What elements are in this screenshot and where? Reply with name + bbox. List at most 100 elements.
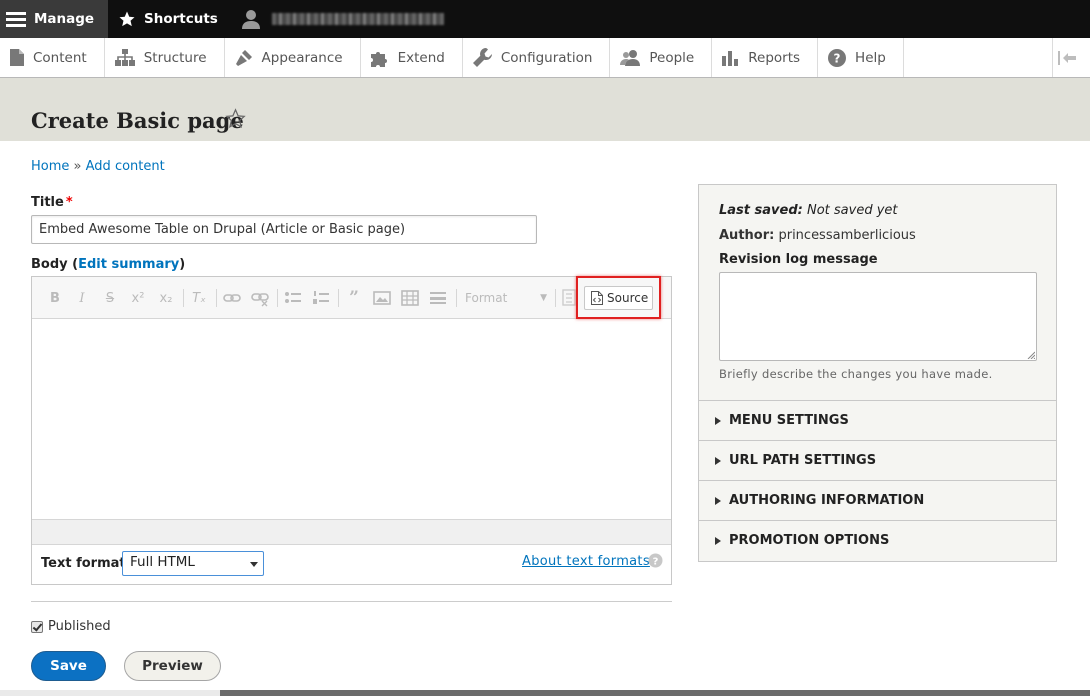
shortcuts-label: Shortcuts — [144, 11, 218, 27]
body-label-text: Body — [31, 257, 68, 272]
strikethrough-icon[interactable]: S — [101, 289, 119, 307]
about-text-formats-link[interactable]: About text formats — [522, 554, 650, 569]
published-checkbox[interactable] — [31, 620, 43, 633]
tray-item-help[interactable]: ? Help — [818, 38, 904, 77]
expand-triangle-icon — [715, 416, 721, 425]
edit-summary-link[interactable]: Edit summary — [78, 257, 179, 272]
superscript-icon[interactable]: x² — [129, 289, 147, 307]
author-label: Author: — [719, 228, 775, 243]
table-icon[interactable] — [401, 289, 419, 307]
tray-label: Configuration — [500, 49, 593, 66]
authoring-information-section[interactable]: AUTHORING INFORMATION — [699, 480, 1056, 520]
tray-label: Help — [855, 49, 886, 66]
format-placeholder: Format — [465, 291, 508, 305]
tray-item-structure[interactable]: Structure — [105, 38, 225, 77]
text-format-select[interactable]: Full HTML — [122, 551, 264, 576]
svg-text:?: ? — [834, 51, 841, 65]
user-tab[interactable] — [228, 0, 454, 38]
section-label: MENU SETTINGS — [729, 413, 849, 428]
breadcrumb-add-content[interactable]: Add content — [86, 159, 165, 174]
toolbar-separator — [555, 289, 556, 307]
brush-icon — [235, 49, 252, 66]
tray-item-appearance[interactable]: Appearance — [225, 38, 361, 77]
horizontal-line-icon[interactable] — [429, 289, 447, 307]
tray-item-content[interactable]: Content — [0, 38, 105, 77]
bar-chart-icon — [722, 51, 739, 66]
breadcrumb: Home » Add content — [31, 159, 165, 174]
user-icon — [241, 10, 260, 29]
image-icon[interactable] — [373, 289, 391, 307]
star-icon — [119, 11, 135, 27]
admin-tray: Content Structure Appearance Extend Conf… — [0, 38, 1090, 78]
author-value: princessamberlicious — [778, 228, 916, 243]
toolbar-separator — [183, 289, 184, 307]
format-dropdown[interactable]: Format ▼ — [465, 288, 551, 308]
tray-label: Structure — [143, 49, 207, 66]
revision-log-label: Revision log message — [719, 252, 878, 267]
tray-label: Content — [33, 49, 87, 66]
tray-item-people[interactable]: People — [610, 38, 713, 77]
tray-item-extend[interactable]: Extend — [361, 38, 463, 77]
tray-label: People — [649, 49, 695, 66]
shortcuts-tab[interactable]: Shortcuts — [108, 0, 228, 38]
body-label: Body (Edit summary) — [31, 257, 185, 272]
breadcrumb-home[interactable]: Home — [31, 159, 69, 174]
required-marker: * — [65, 195, 73, 210]
bold-icon[interactable]: B — [46, 289, 64, 307]
promotion-options-section[interactable]: PROMOTION OPTIONS — [699, 520, 1056, 560]
shortcut-star-icon[interactable] — [225, 108, 246, 129]
wrench-icon — [472, 48, 492, 67]
toolbar-separator — [338, 289, 339, 307]
preview-button[interactable]: Preview — [124, 651, 221, 681]
tray-item-configuration[interactable]: Configuration — [463, 38, 611, 77]
editor-status-bar — [32, 519, 671, 545]
unlink-icon[interactable] — [251, 289, 269, 307]
admin-toolbar: Manage Shortcuts — [0, 0, 1090, 38]
blockquote-icon[interactable]: ” — [345, 288, 363, 308]
source-highlight-box — [576, 276, 661, 319]
tray-item-reports[interactable]: Reports — [712, 38, 819, 77]
revision-log-help: Briefly describe the changes you have ma… — [719, 367, 993, 381]
title-label-text: Title — [31, 195, 64, 210]
form-divider — [31, 601, 672, 602]
remove-format-icon[interactable]: Tₓ — [190, 289, 208, 307]
title-label: Title * — [31, 195, 73, 210]
toolbar-separator — [277, 289, 278, 307]
italic-icon[interactable]: I — [73, 289, 91, 307]
page-title: Create Basic page — [31, 108, 244, 133]
structure-icon — [114, 49, 135, 66]
subscript-icon[interactable]: x₂ — [157, 289, 175, 307]
url-path-settings-section[interactable]: URL PATH SETTINGS — [699, 440, 1056, 480]
save-button[interactable]: Save — [31, 651, 106, 681]
people-icon — [620, 50, 641, 66]
meta-sidebar: Last saved: Not saved yet Author: prince… — [698, 184, 1057, 562]
section-label: URL PATH SETTINGS — [729, 453, 877, 468]
last-saved-value: Not saved yet — [806, 203, 898, 218]
manage-tab[interactable]: Manage — [0, 0, 108, 38]
section-label: AUTHORING INFORMATION — [729, 493, 925, 508]
title-field[interactable] — [31, 215, 537, 244]
body-close-paren: ) — [179, 257, 186, 272]
manage-label: Manage — [34, 11, 95, 27]
body-editor: B I S x² x₂ Tₓ ” Format ▼ Source Text fo… — [31, 276, 672, 585]
published-checkbox-row[interactable]: Published — [31, 619, 111, 634]
revision-log-textarea[interactable] — [719, 272, 1037, 361]
collapse-arrow-icon — [1058, 50, 1076, 65]
tray-label: Appearance — [261, 49, 343, 66]
puzzle-icon — [370, 51, 387, 67]
resize-grip-icon[interactable] — [1027, 351, 1035, 359]
blurred-username — [271, 13, 444, 25]
tray-orientation-toggle[interactable] — [1052, 38, 1090, 77]
help-icon[interactable]: ? — [648, 553, 663, 568]
chevron-down-icon: ▼ — [540, 293, 547, 303]
editor-content-area[interactable] — [32, 319, 671, 519]
bulleted-list-icon[interactable] — [284, 289, 302, 307]
expand-triangle-icon — [715, 536, 721, 545]
link-icon[interactable] — [223, 289, 241, 307]
svg-text:?: ? — [653, 557, 659, 568]
menu-settings-section[interactable]: MENU SETTINGS — [699, 400, 1056, 440]
tray-label: Extend — [397, 49, 445, 66]
page-icon — [10, 49, 24, 66]
numbered-list-icon[interactable] — [312, 289, 330, 307]
text-format-label: Text format — [41, 556, 126, 571]
